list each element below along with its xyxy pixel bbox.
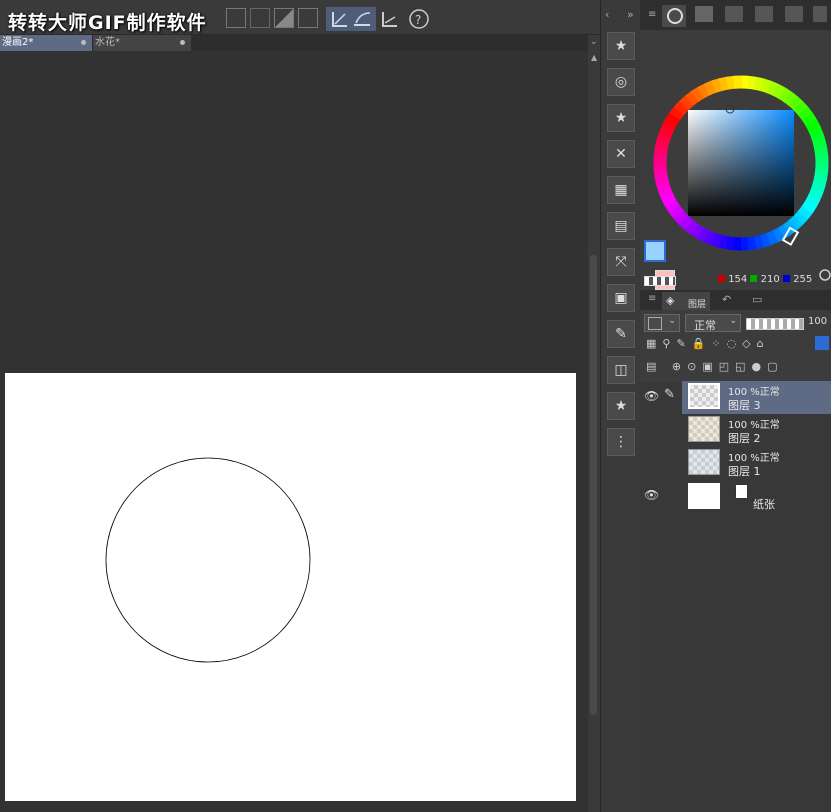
layer-action-toolbar[interactable]: ▤ ⊕⊙▣◰◱●▢	[646, 360, 826, 376]
rgb-readout: 154 210 255	[718, 274, 812, 285]
layer-thumbnail	[688, 383, 720, 409]
snap-curve-icon[interactable]	[352, 9, 372, 29]
red-value: 154	[728, 274, 748, 285]
layer-row-paper[interactable]: 👁 纸张	[640, 480, 831, 513]
snap-grid-icon[interactable]	[380, 9, 400, 29]
layer-row[interactable]: 100 %正常 图层 2	[640, 414, 831, 447]
opacity-slider[interactable]	[746, 318, 804, 330]
tab-manga2[interactable]: 漫画2*	[0, 35, 92, 51]
chevron-down-icon: ⌄	[729, 316, 737, 326]
layer-property-icon[interactable]: ▣	[607, 284, 635, 312]
watermark-text: 转转大师GIF制作软件	[8, 12, 207, 34]
main-color-swatch[interactable]	[644, 240, 666, 262]
opacity-value: 100	[808, 316, 828, 327]
3d-icon[interactable]: ◫	[607, 356, 635, 384]
layer-name: 图层 2	[728, 432, 761, 445]
canvas-vertical-scrollbar[interactable]: ⌄ ▲	[588, 35, 600, 812]
blend-mode-dropdown[interactable]: 正常 ⌄	[685, 314, 741, 332]
favorites-icon[interactable]: ★	[607, 32, 635, 60]
layer-thumbnail	[688, 449, 720, 475]
snap-ruler-icon[interactable]	[330, 9, 350, 29]
more-tab-icon[interactable]	[813, 6, 827, 22]
timeline-icon[interactable]: ⋮	[607, 428, 635, 456]
tab-label: 水花*	[95, 37, 120, 48]
circle-stroke	[105, 457, 311, 663]
eye-icon[interactable]: 👁	[644, 389, 659, 403]
svg-text:?: ?	[415, 13, 421, 27]
history-icon[interactable]: ↶	[722, 293, 731, 306]
history-tab-icon[interactable]	[785, 6, 803, 22]
edit-icon[interactable]: ✎	[607, 320, 635, 348]
paper-icon	[735, 484, 748, 499]
tone-icon[interactable]: ▦	[607, 176, 635, 204]
color-wheel[interactable]	[640, 30, 831, 290]
layers-icon: ◈	[666, 294, 675, 307]
paper-thumbnail	[688, 483, 720, 509]
color-set-tab-icon[interactable]	[695, 6, 713, 22]
blend-mode-value: 正常	[694, 319, 716, 332]
color-settings-icon[interactable]	[818, 268, 831, 282]
layer-opacity-mode: 100 %正常	[728, 387, 780, 398]
help-icon[interactable]: ?	[408, 8, 430, 30]
collapse-icon[interactable]: ⌄	[590, 37, 598, 47]
scroll-up-icon[interactable]: ▲	[591, 53, 597, 62]
layer-panel-menu-icon[interactable]: ≡	[648, 293, 656, 304]
search-layer-icon[interactable]: ▭	[752, 293, 762, 306]
tab-label: 漫画2*	[2, 37, 34, 48]
sub-view-icon[interactable]: ▤	[607, 212, 635, 240]
crop-icon[interactable]	[274, 8, 294, 28]
drawing-paper[interactable]	[5, 373, 576, 801]
collapse-left-icon[interactable]: ‹	[605, 8, 609, 21]
right-panel: ≡ 154 210 255 ≡ ◈ 图层 ↶ ▭ ⌄ 正常 ⌄ 100 ▦⚲✎🔒…	[640, 0, 831, 812]
tab-splash[interactable]: 水花*	[93, 35, 191, 51]
eye-icon[interactable]: 👁	[644, 488, 659, 502]
frame-icon[interactable]	[226, 8, 246, 28]
layer-opacity-mode: 100 %正常	[728, 453, 780, 464]
color-wheel-panel: 154 210 255	[640, 30, 831, 290]
color-wheel-tab-icon[interactable]	[662, 5, 686, 27]
approximate-color-tab-icon[interactable]	[755, 6, 773, 22]
color-panel-header: ≡	[640, 0, 831, 30]
layer-name: 图层 3	[728, 399, 761, 412]
layer-thumbnail	[688, 416, 720, 442]
layer-name: 图层 1	[728, 465, 761, 478]
palette-icon-strip: ‹ » ★ ◎ ★ ✕ ▦ ▤ ⤧ ▣ ✎ ◫ ★ ⋮	[600, 0, 641, 812]
blue-value: 255	[793, 274, 813, 285]
transparent-color-swatch[interactable]	[644, 276, 676, 286]
favorites-2-icon[interactable]: ★	[607, 392, 635, 420]
navigator-icon[interactable]: ◎	[607, 68, 635, 96]
pencil-icon[interactable]: ✎	[664, 387, 675, 402]
layer-panel-header: ≡ ◈ 图层 ↶ ▭	[640, 290, 831, 310]
expand-icon[interactable]: »	[627, 8, 634, 21]
material-folder-icon[interactable]: ★	[607, 104, 635, 132]
transform-icon[interactable]: ⤧	[607, 248, 635, 276]
layer-color-icon[interactable]	[815, 336, 829, 350]
panel-menu-icon[interactable]: ≡	[648, 9, 656, 20]
layer-lock-toolbar[interactable]: ▦⚲✎🔒⁘◌◇⌂	[646, 337, 826, 353]
green-value: 210	[760, 274, 780, 285]
layer-name: 纸张	[753, 498, 775, 511]
intermediate-color-tab-icon[interactable]	[725, 6, 743, 22]
hide-outside-icon[interactable]	[250, 8, 270, 28]
delete-icon[interactable]: ✕	[607, 140, 635, 168]
border-icon[interactable]	[298, 8, 318, 28]
tab-close-icon[interactable]	[81, 40, 86, 45]
tab-layer[interactable]: ◈ 图层	[662, 292, 710, 310]
top-toolbar: ? 转转大师GIF制作软件	[0, 0, 600, 35]
layer-controls: ⌄ 正常 ⌄ 100 ▦⚲✎🔒⁘◌◇⌂ ▤ ⊕⊙▣◰◱●▢	[640, 310, 831, 382]
blend-color-dropdown[interactable]: ⌄	[644, 314, 680, 332]
layer-opacity-mode: 100 %正常	[728, 420, 780, 431]
layer-row[interactable]: 100 %正常 图层 1	[640, 447, 831, 480]
tab-close-icon[interactable]	[180, 40, 185, 45]
scroll-thumb[interactable]	[590, 255, 597, 715]
layer-tab-label: 图层	[688, 300, 707, 310]
canvas-tab-bar: 漫画2* 水花*	[0, 35, 600, 51]
layer-row[interactable]: 👁 ✎ 100 %正常 图层 3	[640, 381, 831, 414]
